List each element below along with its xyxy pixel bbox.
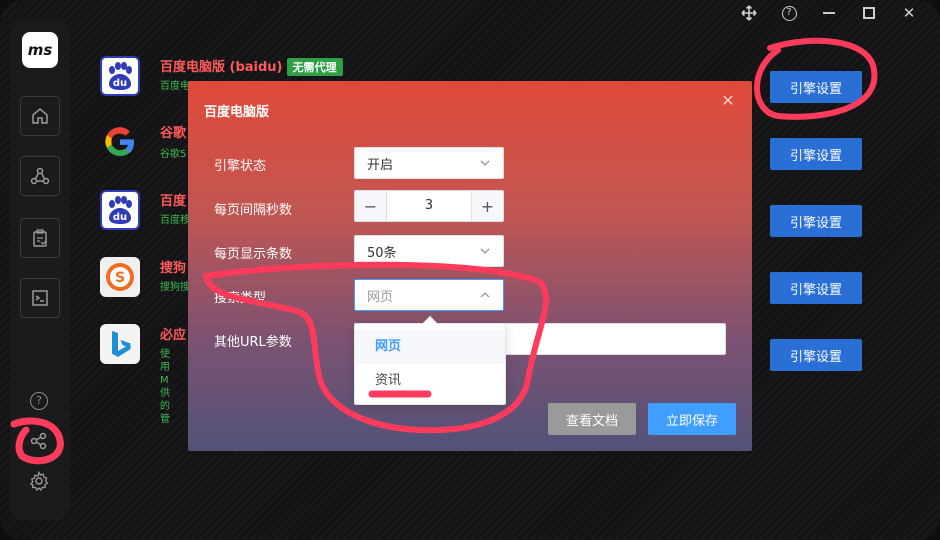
dialog-title: 百度电脑版 [204,105,270,120]
engine-name: 搜狗 [160,261,187,276]
engine-desc: 谷歌5 [160,149,187,160]
bing-logo-icon [100,324,140,364]
sidebar-item-terminal[interactable] [20,278,60,318]
sidebar-item-network[interactable] [20,156,60,196]
app-window: ? ✕ ms ? du 百度电脑版 (baidu) 无需代理 百度电 引擎设置 … [0,0,940,540]
clipboard-check-icon [33,229,47,247]
baidu-logo-icon: du [100,190,140,230]
per-page-value: 50条 [367,245,397,261]
engine-desc: 百度电 [160,81,190,92]
engine-settings-button[interactable]: 引擎设置 [770,71,862,103]
search-type-label: 搜索类型 [214,291,267,306]
interval-stepper: − 3 + [354,190,504,222]
engine-desc: 使用M 供的管 [160,349,170,425]
interval-label: 每页间隔秒数 [214,203,293,218]
url-params-label: 其他URL参数 [214,335,292,350]
sogou-logo-icon: S [100,257,140,297]
chevron-down-icon [480,248,490,254]
terminal-icon [32,290,48,306]
svg-text:S: S [115,270,125,286]
help-icon[interactable]: ? [776,2,802,24]
per-page-select[interactable]: 50条 [354,235,504,267]
maximize-button[interactable] [856,2,882,24]
engine-status-label: 引擎状态 [214,159,267,174]
search-type-dropdown: 网页 资讯 [354,315,506,405]
dialog-close-icon[interactable]: ✕ [720,93,736,109]
engine-name: 谷歌 [160,126,187,141]
sidebar: ms ? [10,20,70,520]
svg-text:du: du [113,78,127,89]
chevron-up-icon [480,292,490,298]
share-icon[interactable] [27,429,51,453]
engine-name: 百度电脑版 (baidu) 无需代理 [160,56,343,76]
dropdown-option-webpage[interactable]: 网页 [355,330,505,364]
increment-button[interactable]: + [471,191,503,221]
minimize-button[interactable] [816,2,842,24]
google-logo-icon [100,122,140,162]
chevron-down-icon [480,160,490,166]
sidebar-item-clipboard[interactable] [20,218,60,258]
interval-value[interactable]: 3 [387,191,471,221]
decrement-button[interactable]: − [355,191,387,221]
engine-name: 百度 [160,194,187,209]
view-docs-button[interactable]: 查看文档 [548,403,636,435]
svg-text:du: du [113,212,127,223]
network-icon [30,167,50,185]
engine-settings-button[interactable]: 引擎设置 [770,272,862,304]
engine-desc: 百度移 [160,215,190,226]
help-glyph: ? [781,5,797,21]
sidebar-help-glyph: ? [30,392,48,410]
engine-status-select[interactable]: 开启 [354,147,504,179]
per-page-label: 每页显示条数 [214,247,293,262]
sidebar-help-icon[interactable]: ? [27,389,51,413]
move-icon[interactable] [736,2,762,24]
settings-gear-icon[interactable] [27,469,51,493]
engine-settings-button[interactable]: 引擎设置 [770,205,862,237]
engine-name: 必应 [160,328,187,343]
engine-settings-button[interactable]: 引擎设置 [770,138,862,170]
engine-status-value: 开启 [367,157,394,173]
close-icon: ✕ [902,4,916,22]
no-proxy-badge: 无需代理 [286,58,343,76]
engine-settings-button[interactable]: 引擎设置 [770,339,862,371]
search-type-placeholder: 网页 [367,289,394,305]
search-type-select[interactable]: 网页 [354,279,504,311]
close-button[interactable]: ✕ [896,2,922,24]
engine-name-text: 百度电脑版 (baidu) [160,60,283,75]
minimize-icon [823,12,835,14]
dropdown-option-news[interactable]: 资讯 [355,364,505,398]
sidebar-item-home[interactable] [20,96,60,136]
baidu-logo-icon: du [100,56,140,96]
app-logo: ms [22,32,58,68]
home-icon [32,108,48,124]
save-now-button[interactable]: 立即保存 [648,403,736,435]
maximize-icon [863,7,875,19]
engine-desc: 搜狗搜 [160,282,190,293]
